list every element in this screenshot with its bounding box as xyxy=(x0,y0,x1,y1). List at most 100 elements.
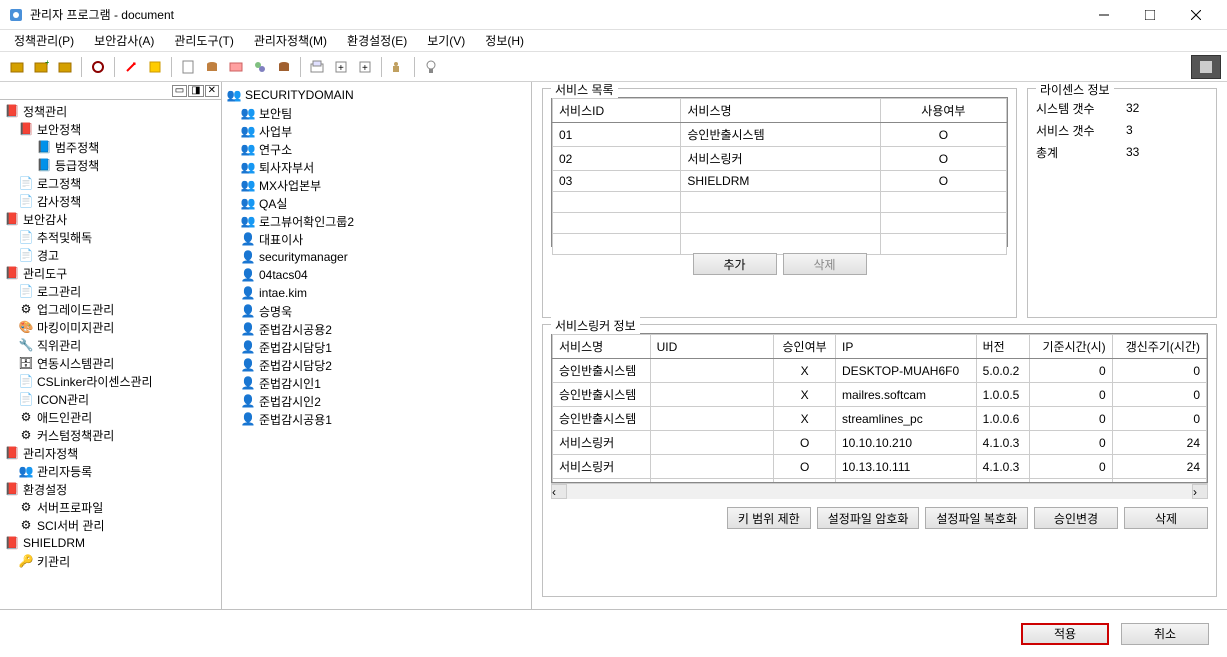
toolbar-btn-15[interactable] xyxy=(387,56,409,78)
cancel-button[interactable]: 취소 xyxy=(1121,623,1209,645)
nav-item-14[interactable]: 연동시스템관리 xyxy=(0,354,221,372)
linker-header[interactable]: 갱신주기(시간) xyxy=(1112,335,1206,359)
toolbar-btn-13[interactable]: + xyxy=(330,56,352,78)
domain-item-14[interactable]: 준법감시담당1 xyxy=(222,338,531,356)
toolbar-btn-1[interactable] xyxy=(6,56,28,78)
table-row[interactable]: 01승인반출시스템O xyxy=(553,123,1007,147)
table-row[interactable]: 서비스링커O10.10.10.2104.1.0.3024 xyxy=(553,431,1207,455)
toolbar-btn-16[interactable] xyxy=(420,56,442,78)
nav-item-12[interactable]: 마킹이미지관리 xyxy=(0,318,221,336)
linker-header[interactable]: 버전 xyxy=(976,335,1030,359)
service-list-table[interactable]: 서비스ID서비스명사용여부01승인반출시스템O02서비스링커O03SHIELDR… xyxy=(552,98,1007,255)
menu-item-6[interactable]: 정보(H) xyxy=(477,30,532,51)
domain-item-7[interactable]: 로그뷰어확인그룹2 xyxy=(222,212,531,230)
domain-item-15[interactable]: 준법감시담당2 xyxy=(222,356,531,374)
linker-action-button-0[interactable]: 키 범위 제한 xyxy=(727,507,811,529)
nav-item-19[interactable]: 관리자정책 xyxy=(0,444,221,462)
toolbar-btn-11[interactable] xyxy=(273,56,295,78)
nav-item-9[interactable]: 관리도구 xyxy=(0,264,221,282)
domain-item-0[interactable]: SECURITYDOMAIN xyxy=(222,86,531,104)
nav-item-23[interactable]: SCI서버 관리 xyxy=(0,516,221,534)
toolbar-btn-4[interactable] xyxy=(87,56,109,78)
linker-table[interactable]: 서비스명UID승인여부IP버전기준시간(시)갱신주기(시간)승인반출시스템XDE… xyxy=(552,334,1207,483)
apply-button[interactable]: 적용 xyxy=(1021,623,1109,645)
domain-item-9[interactable]: securitymanager xyxy=(222,248,531,266)
nav-tree[interactable]: 정책관리보안정책범주정책등급정책로그정책감사정책보안감사추적및해독경고관리도구로… xyxy=(0,100,221,609)
toolbar-btn-2[interactable]: + xyxy=(30,56,52,78)
domain-item-5[interactable]: MX사업본부 xyxy=(222,176,531,194)
domain-item-18[interactable]: 준법감시공용1 xyxy=(222,410,531,428)
nav-item-8[interactable]: 경고 xyxy=(0,246,221,264)
linker-header[interactable]: UID xyxy=(650,335,774,359)
menu-item-4[interactable]: 환경설정(E) xyxy=(339,30,415,51)
domain-item-6[interactable]: QA실 xyxy=(222,194,531,212)
menu-item-3[interactable]: 관리자정책(M) xyxy=(246,30,335,51)
table-row[interactable]: 승인반출시스템Xmailres.softcam1.0.0.500 xyxy=(553,383,1207,407)
table-row[interactable]: 03SHIELDRMO xyxy=(553,171,1007,192)
domain-item-16[interactable]: 준법감시인1 xyxy=(222,374,531,392)
menu-item-0[interactable]: 정책관리(P) xyxy=(6,30,82,51)
toolbar-btn-5[interactable] xyxy=(120,56,142,78)
domain-item-10[interactable]: 04tacs04 xyxy=(222,266,531,284)
table-row[interactable]: 서비스링커O10.13.10.1114.1.0.3024 xyxy=(553,455,1207,479)
toolbar-btn-10[interactable] xyxy=(249,56,271,78)
nav-item-18[interactable]: 커스텀정책관리 xyxy=(0,426,221,444)
toolbar-btn-3[interactable] xyxy=(54,56,76,78)
domain-item-11[interactable]: intae.kim xyxy=(222,284,531,302)
nav-item-22[interactable]: 서버프로파일 xyxy=(0,498,221,516)
maximize-button[interactable] xyxy=(1127,0,1173,30)
domain-item-1[interactable]: 보안팀 xyxy=(222,104,531,122)
nav-item-20[interactable]: 관리자등록 xyxy=(0,462,221,480)
nav-item-4[interactable]: 로그정책 xyxy=(0,174,221,192)
domain-item-8[interactable]: 대표이사 xyxy=(222,230,531,248)
nav-item-6[interactable]: 보안감사 xyxy=(0,210,221,228)
linker-action-button-3[interactable]: 승인변경 xyxy=(1034,507,1118,529)
domain-item-3[interactable]: 연구소 xyxy=(222,140,531,158)
toolbar-btn-7[interactable] xyxy=(177,56,199,78)
toolbar-btn-6[interactable] xyxy=(144,56,166,78)
domain-item-17[interactable]: 준법감시인2 xyxy=(222,392,531,410)
close-button[interactable] xyxy=(1173,0,1219,30)
domain-item-4[interactable]: 퇴사자부서 xyxy=(222,158,531,176)
domain-item-12[interactable]: 승명욱 xyxy=(222,302,531,320)
nav-item-16[interactable]: ICON관리 xyxy=(0,390,221,408)
nav-item-5[interactable]: 감사정책 xyxy=(0,192,221,210)
menu-item-2[interactable]: 관리도구(T) xyxy=(166,30,241,51)
nav-item-2[interactable]: 범주정책 xyxy=(0,138,221,156)
menu-item-1[interactable]: 보안감사(A) xyxy=(86,30,162,51)
linker-header[interactable]: 서비스명 xyxy=(553,335,651,359)
toolbar-btn-8[interactable] xyxy=(201,56,223,78)
nav-item-0[interactable]: 정책관리 xyxy=(0,102,221,120)
linker-header[interactable]: 기준시간(시) xyxy=(1030,335,1112,359)
linker-action-button-1[interactable]: 설정파일 암호화 xyxy=(817,507,920,529)
domain-item-13[interactable]: 준법감시공용2 xyxy=(222,320,531,338)
toolbar-btn-9[interactable] xyxy=(225,56,247,78)
pane-pin-icon[interactable]: ◨ xyxy=(188,85,203,97)
nav-item-21[interactable]: 환경설정 xyxy=(0,480,221,498)
pane-close-icon[interactable]: ✕ xyxy=(205,85,219,97)
nav-item-10[interactable]: 로그관리 xyxy=(0,282,221,300)
nav-item-11[interactable]: 업그레이드관리 xyxy=(0,300,221,318)
linker-action-button-4[interactable]: 삭제 xyxy=(1124,507,1208,529)
pane-float-icon[interactable]: ▭ xyxy=(172,85,187,97)
menu-item-5[interactable]: 보기(V) xyxy=(419,30,473,51)
nav-item-13[interactable]: 직위관리 xyxy=(0,336,221,354)
linker-h-scrollbar[interactable]: ‹› xyxy=(551,483,1208,499)
service-delete-button[interactable]: 삭제 xyxy=(783,253,867,275)
linker-header[interactable]: 승인여부 xyxy=(774,335,836,359)
table-row[interactable]: 승인반출시스템XDESKTOP-MUAH6F05.0.0.200 xyxy=(553,359,1207,383)
nav-item-24[interactable]: SHIELDRM xyxy=(0,534,221,552)
linker-action-button-2[interactable]: 설정파일 복호화 xyxy=(925,507,1028,529)
service-add-button[interactable]: 추가 xyxy=(693,253,777,275)
domain-item-2[interactable]: 사업부 xyxy=(222,122,531,140)
nav-item-25[interactable]: 키관리 xyxy=(0,552,221,570)
toolbar-btn-12[interactable] xyxy=(306,56,328,78)
table-row[interactable]: 승인반출시스템Xstreamlines_pc1.0.0.600 xyxy=(553,407,1207,431)
nav-item-7[interactable]: 추적및해독 xyxy=(0,228,221,246)
table-row[interactable]: 02서비스링커O xyxy=(553,147,1007,171)
domain-tree[interactable]: SECURITYDOMAIN보안팀사업부연구소퇴사자부서MX사업본부QA실로그뷰… xyxy=(222,84,531,430)
nav-item-15[interactable]: CSLinker라이센스관리 xyxy=(0,372,221,390)
nav-item-17[interactable]: 애드인관리 xyxy=(0,408,221,426)
toolbar-btn-14[interactable]: + xyxy=(354,56,376,78)
nav-item-1[interactable]: 보안정책 xyxy=(0,120,221,138)
